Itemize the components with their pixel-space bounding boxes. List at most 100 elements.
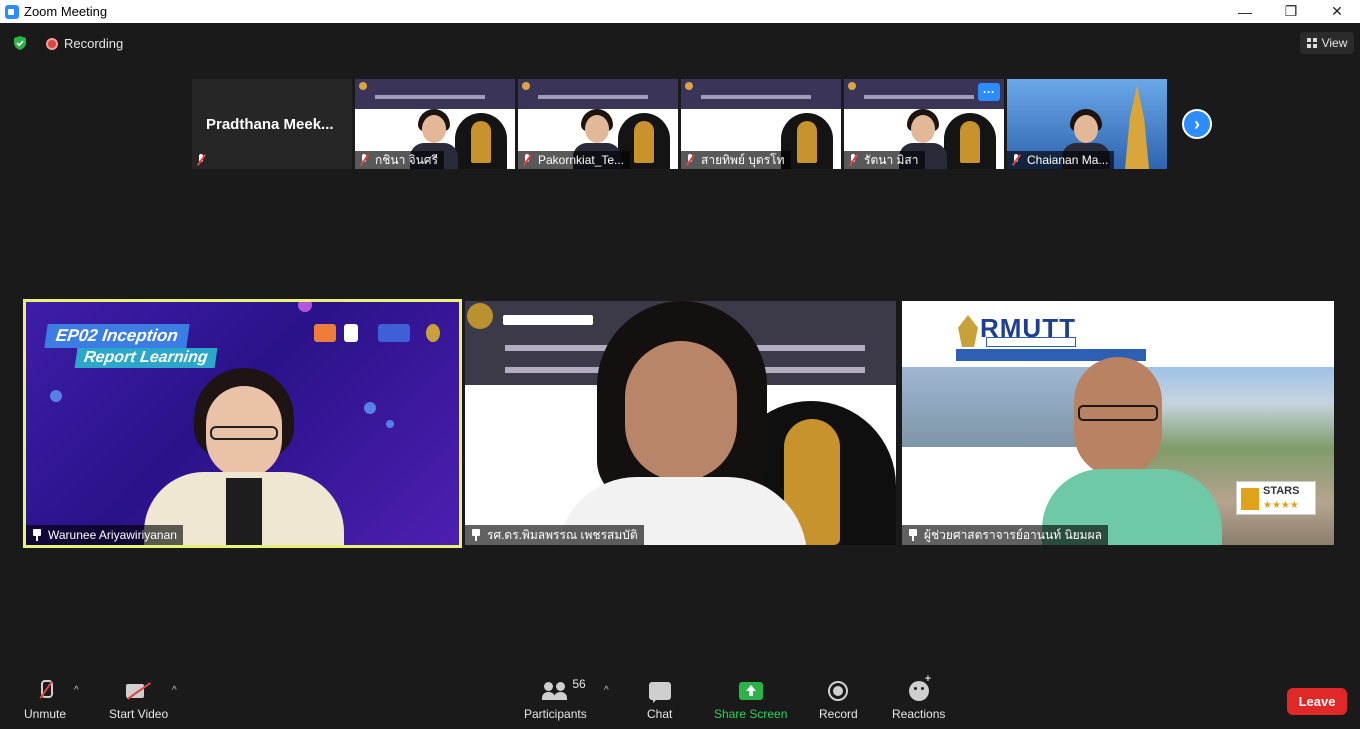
- unmute-label: Unmute: [24, 707, 67, 721]
- video-off-icon: [125, 682, 152, 700]
- participant-name-tag: Chaianan Ma...: [1007, 151, 1115, 169]
- video-background-banner: [355, 79, 515, 109]
- participant-name: Pakornkiat_Te...: [538, 153, 625, 167]
- logo-chip: [378, 324, 410, 342]
- banner-url-box: [986, 337, 1076, 347]
- chat-button[interactable]: Chat: [647, 679, 672, 721]
- participant-thumbnail[interactable]: กชินา จินศรี: [355, 79, 515, 169]
- participant-name: สายทิพย์ บุตรโท: [701, 152, 785, 167]
- participants-options-caret[interactable]: ^: [604, 685, 609, 696]
- audio-options-caret[interactable]: ^: [74, 685, 79, 696]
- participant-thumbnail[interactable]: ··· รัตนา มิสา: [844, 79, 1004, 169]
- video-options-caret[interactable]: ^: [172, 685, 177, 696]
- participant-thumbnail-strip: Pradthana Meek... กชินา จินศรี Pakornkia…: [192, 79, 1167, 169]
- decorative-bubble: [364, 402, 376, 414]
- start-video-button[interactable]: Start Video: [109, 679, 168, 721]
- participant-name-tag: รัตนา มิสา: [844, 151, 925, 169]
- participants-icon: [542, 682, 568, 700]
- recording-label: Recording: [64, 36, 124, 51]
- share-screen-button[interactable]: Share Screen: [714, 679, 787, 721]
- record-label: Record: [819, 707, 858, 721]
- logo-chip: [314, 324, 336, 342]
- mic-muted-icon: [522, 154, 532, 166]
- chat-label: Chat: [647, 707, 673, 721]
- recording-dot-icon: [46, 37, 58, 50]
- trophy-emblem: [455, 113, 507, 169]
- share-screen-label: Share Screen: [714, 707, 788, 721]
- participant-name: Pradthana Meek...: [206, 115, 334, 133]
- participant-name: Chaianan Ma...: [1027, 153, 1109, 167]
- view-button[interactable]: View: [1300, 32, 1354, 54]
- video-tile-active-speaker[interactable]: EP02 Inception Report Learning Warunee A…: [23, 299, 462, 548]
- pin-icon: [471, 529, 481, 541]
- meeting-toolbar: Unmute ^ Start Video ^ 56 Participants ^…: [0, 673, 1360, 729]
- window-controls: — ❐ ✕: [1222, 0, 1360, 23]
- more-options-button[interactable]: ···: [978, 83, 1000, 101]
- video-background-banner: [518, 79, 678, 109]
- record-icon: [828, 681, 849, 701]
- stars-rating-icon: ★★★★: [1263, 500, 1299, 511]
- mic-muted-icon: [359, 154, 369, 166]
- video-tile[interactable]: รศ.ดร.พิมลพรรณ เพชรสมบัติ: [465, 301, 896, 545]
- participant-video-figure: [1042, 357, 1222, 545]
- meeting-top-strip: Recording View: [0, 23, 1360, 63]
- logo-chip: [344, 324, 358, 342]
- participant-name-tag: กชินา จินศรี: [355, 151, 444, 169]
- participant-video-figure: [144, 368, 344, 545]
- grid-view-icon: [1306, 38, 1317, 48]
- chat-icon: [648, 682, 671, 703]
- mic-muted-icon: [196, 154, 206, 166]
- participant-name-tag: ผู้ช่วยศาสตราจารย์อานนท์ นิยมผล: [902, 525, 1108, 545]
- participant-name-tag: Pakornkiat_Te...: [518, 151, 631, 169]
- reactions-emoji-icon: [908, 673, 931, 701]
- logo-chip: [426, 324, 440, 342]
- mic-muted-icon: [685, 154, 695, 166]
- recording-indicator[interactable]: Recording: [46, 36, 123, 51]
- record-button[interactable]: Record: [819, 679, 858, 721]
- mic-muted-icon: [1011, 154, 1021, 166]
- participant-thumbnail[interactable]: Pakornkiat_Te...: [518, 79, 678, 169]
- participant-name: ผู้ช่วยศาสตราจารย์อานนท์ นิยมผล: [924, 527, 1102, 542]
- close-button[interactable]: ✕: [1314, 0, 1360, 23]
- participant-name-tag: Warunee Ariyawiriyanan: [26, 525, 183, 545]
- decorative-bubble: [386, 420, 394, 428]
- decorative-bubble: [50, 390, 62, 402]
- mic-muted-icon: [848, 154, 858, 166]
- decorative-bubble: [298, 302, 312, 312]
- banner-title-line2: Report Learning: [74, 348, 217, 368]
- window-title: Zoom Meeting: [24, 4, 108, 19]
- window-titlebar: Zoom Meeting — ❐ ✕: [0, 0, 1360, 23]
- participant-thumbnail[interactable]: Chaianan Ma...: [1007, 79, 1167, 169]
- university-seal: [467, 303, 493, 329]
- zoom-app-icon: [5, 4, 19, 19]
- participant-name: กชินา จินศรี: [375, 152, 438, 167]
- security-shield-icon[interactable]: [12, 35, 28, 51]
- next-page-button[interactable]: ›: [1182, 109, 1212, 139]
- view-label: View: [1321, 36, 1348, 50]
- participant-name: Warunee Ariyawiriyanan: [48, 528, 177, 542]
- participant-thumbnail[interactable]: Pradthana Meek...: [192, 79, 352, 169]
- participants-label: Participants: [524, 707, 587, 721]
- mic-muted-icon: [38, 680, 54, 702]
- start-video-label: Start Video: [109, 707, 169, 721]
- share-screen-icon: [738, 682, 763, 700]
- pin-icon: [32, 529, 42, 541]
- qs-stars-badge: STARS ★★★★: [1236, 481, 1316, 515]
- participant-video-figure: [557, 301, 807, 545]
- participant-thumbnail[interactable]: สายทิพย์ บุตรโท: [681, 79, 841, 169]
- participants-button[interactable]: 56 Participants: [524, 677, 587, 721]
- participant-name-tag: รศ.ดร.พิมลพรรณ เพชรสมบัติ: [465, 525, 644, 545]
- reactions-button[interactable]: Reactions: [892, 673, 946, 721]
- video-background-banner: [681, 79, 841, 109]
- participant-name: รัตนา มิสา: [864, 152, 919, 167]
- banner-title-line1: EP02 Inception: [44, 324, 190, 348]
- leave-meeting-button[interactable]: Leave: [1287, 688, 1347, 715]
- pin-icon: [908, 529, 918, 541]
- reactions-label: Reactions: [892, 707, 946, 721]
- video-tile[interactable]: RMUTT STARS ★★★★ ผู้ช่วยศาสตราจารย์อานนท…: [902, 301, 1334, 545]
- minimize-button[interactable]: —: [1222, 0, 1268, 23]
- maximize-button[interactable]: ❐: [1268, 0, 1314, 23]
- unmute-button[interactable]: Unmute: [24, 679, 66, 721]
- trophy-emblem: [944, 113, 996, 169]
- participants-count: 56: [572, 677, 586, 691]
